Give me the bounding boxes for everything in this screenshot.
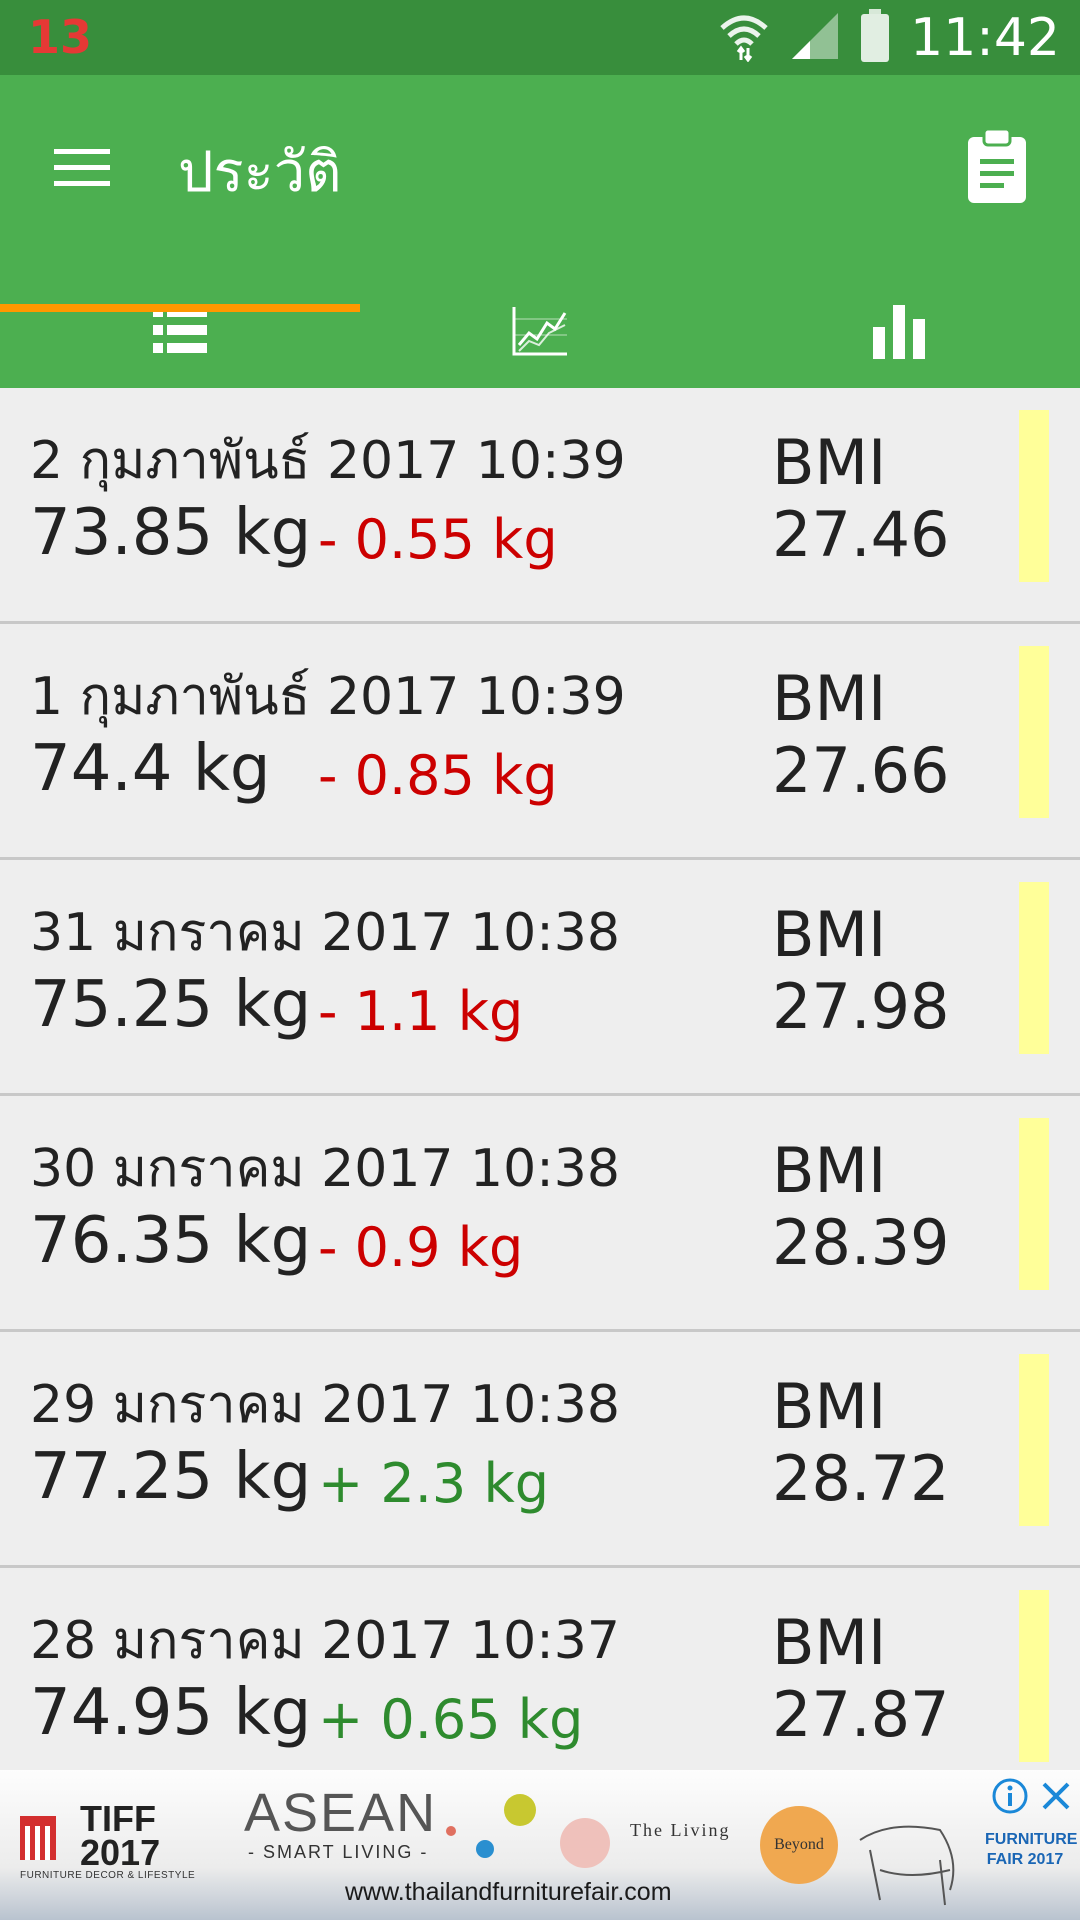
bmi-value: 27.66 [772, 734, 950, 807]
entry-weight: 75.25 kg [30, 968, 312, 1042]
notification-count: 13 [28, 10, 93, 64]
entry-weight: 76.35 kg [30, 1204, 312, 1278]
ad-headline: ASEAN [244, 1783, 438, 1843]
entry-date: 1 กุมภาพันธ์ 2017 10:39 [30, 667, 626, 727]
entry-change: - 0.85 kg [318, 744, 558, 807]
ad-fair-label: FURNITURE FAIR 2017 [985, 1831, 1078, 1868]
entry-change: - 0.55 kg [318, 508, 558, 571]
ad-banner[interactable]: TIFF 2017 FURNITURE DECOR & LIFESTYLE AS… [0, 1770, 1080, 1920]
bmi-value: 27.98 [772, 970, 950, 1043]
bmi-label: BMI [772, 426, 887, 499]
list-item[interactable]: 31 มกราคม 2017 10:38 75.25 kg - 1.1 kg B… [0, 860, 1080, 1096]
entry-change: + 0.65 kg [318, 1688, 584, 1751]
bmi-indicator-bar [1019, 1354, 1049, 1526]
page-title: ประวัติ [178, 140, 342, 205]
ad-tagline-circle: Beyond [760, 1806, 838, 1884]
line-chart-icon [512, 306, 567, 355]
ad-dot-decoration [560, 1818, 610, 1868]
bmi-value: 28.39 [772, 1206, 950, 1279]
bmi-indicator-bar [1019, 1590, 1049, 1762]
app-bar: ประวัติ [0, 75, 1080, 388]
list-item[interactable]: 30 มกราคม 2017 10:38 76.35 kg - 0.9 kg B… [0, 1096, 1080, 1332]
list-icon [153, 306, 207, 353]
bmi-label: BMI [772, 1606, 887, 1679]
ad-info-button[interactable] [990, 1776, 1030, 1816]
menu-button[interactable] [48, 135, 118, 195]
list-item[interactable]: 1 กุมภาพันธ์ 2017 10:39 74.4 kg - 0.85 k… [0, 624, 1080, 860]
bmi-indicator-bar [1019, 646, 1049, 818]
bmi-value: 27.87 [772, 1678, 950, 1751]
list-tab[interactable] [0, 273, 360, 388]
bmi-indicator-bar [1019, 1118, 1049, 1290]
stats-tab[interactable] [720, 273, 1080, 388]
entry-date: 28 มกราคม 2017 10:37 [30, 1611, 620, 1671]
bmi-label: BMI [772, 898, 887, 971]
bmi-label: BMI [772, 662, 887, 735]
ad-brand-sub: FURNITURE DECOR & LIFESTYLE [20, 1870, 196, 1881]
entry-date: 29 มกราคม 2017 10:38 [30, 1375, 620, 1435]
ad-logo-mark-icon [20, 1816, 56, 1860]
close-icon [1042, 1782, 1070, 1810]
bmi-value: 28.72 [772, 1442, 950, 1515]
entry-weight: 77.25 kg [30, 1440, 312, 1514]
entry-change: + 2.3 kg [318, 1452, 550, 1515]
entry-change: - 1.1 kg [318, 980, 524, 1043]
battery-icon [860, 9, 890, 67]
bar-chart-icon [873, 304, 925, 359]
bmi-indicator-bar [1019, 410, 1049, 582]
entry-weight: 74.4 kg [30, 732, 271, 806]
ad-dot-decoration [446, 1826, 456, 1836]
menu-icon [54, 149, 110, 186]
entry-date: 31 มกราคม 2017 10:38 [30, 903, 620, 963]
clipboard-button[interactable] [964, 123, 1030, 207]
bmi-value: 27.46 [772, 498, 950, 571]
list-item[interactable]: 28 มกราคม 2017 10:37 74.95 kg + 0.65 kg … [0, 1568, 1080, 1804]
list-item[interactable]: 29 มกราคม 2017 10:38 77.25 kg + 2.3 kg B… [0, 1332, 1080, 1568]
status-icons: 11:42 [718, 6, 1060, 70]
list-item[interactable]: 2 กุมภาพันธ์ 2017 10:39 73.85 kg - 0.55 … [0, 388, 1080, 624]
selected-tab-indicator [0, 304, 360, 312]
ad-subheadline: - SMART LIVING - [248, 1842, 429, 1862]
info-icon [992, 1778, 1028, 1814]
ad-dot-decoration [476, 1840, 494, 1858]
ad-close-button[interactable] [1036, 1776, 1076, 1816]
entry-date: 2 กุมภาพันธ์ 2017 10:39 [30, 431, 626, 491]
chair-illustration-icon [859, 1825, 955, 1906]
entry-date: 30 มกราคม 2017 10:38 [30, 1139, 620, 1199]
status-bar: 13 11:42 [0, 0, 1080, 75]
ad-url[interactable]: www.thailandfurniturefair.com [345, 1878, 672, 1907]
clock: 11:42 [910, 8, 1060, 68]
entry-weight: 74.95 kg [30, 1676, 312, 1750]
wifi-icon [718, 10, 770, 66]
bmi-label: BMI [772, 1134, 887, 1207]
chart-tab[interactable] [360, 273, 720, 388]
ad-logo: TIFF 2017 [20, 1784, 190, 1873]
tab-bar [0, 273, 1080, 388]
entry-change: - 0.9 kg [318, 1216, 524, 1279]
bmi-indicator-bar [1019, 882, 1049, 1054]
clipboard-icon [968, 127, 1026, 203]
ad-tagline: The Living [630, 1820, 731, 1840]
ad-brand: TIFF 2017 [80, 1798, 161, 1873]
ad-dot-decoration [504, 1794, 536, 1826]
bmi-label: BMI [772, 1370, 887, 1443]
entry-weight: 73.85 kg [30, 496, 312, 570]
signal-icon [790, 11, 840, 65]
history-list: 2 กุมภาพันธ์ 2017 10:39 73.85 kg - 0.55 … [0, 388, 1080, 1804]
